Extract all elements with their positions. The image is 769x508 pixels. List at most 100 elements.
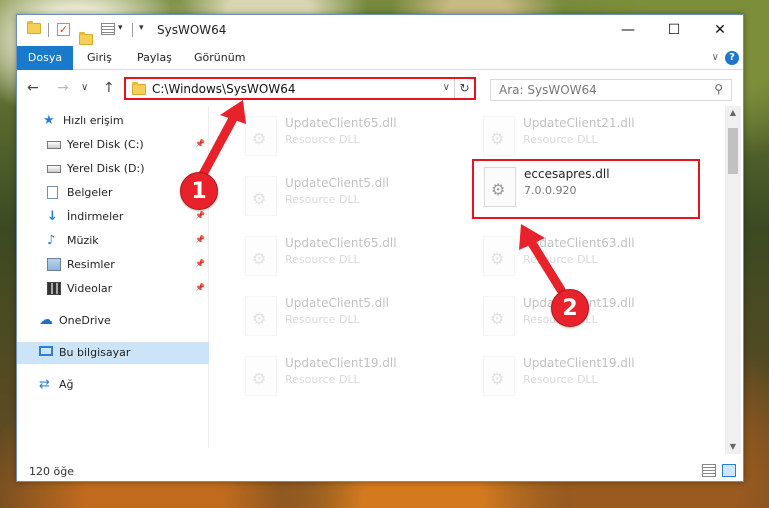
address-path[interactable]: C:\Windows\SysWOW64 [152, 82, 296, 96]
recent-locations-icon[interactable]: ∨ [81, 82, 88, 93]
nav-item[interactable]: ↓ İndirmeler 📌 [17, 206, 209, 228]
quick-access-customize-icon[interactable] [101, 23, 115, 35]
tab-share[interactable]: Paylaş [127, 46, 182, 70]
forward-arrow-icon[interactable]: → [57, 80, 69, 96]
details-view-icon[interactable] [702, 464, 716, 477]
nav-item[interactable]: Yerel Disk (C:) 📌 [17, 134, 209, 156]
gear-icon: ⚙ [490, 369, 505, 388]
pin-icon[interactable]: 📌 [195, 211, 205, 220]
nav-item-label: Yerel Disk (C:) [67, 138, 144, 151]
dll-file-icon: ⚙ [245, 116, 277, 156]
scroll-down-icon[interactable]: ▼ [725, 440, 741, 454]
gear-icon: ⚙ [490, 129, 505, 148]
nav-item-label: Ağ [59, 378, 74, 391]
file-item[interactable]: ⚙ UpdateClient65.dll Resource DLL [235, 230, 465, 288]
nav-item-label: Resimler [67, 258, 115, 271]
file-name: UpdateClient19.dll [285, 356, 397, 370]
nav-item[interactable]: ★ Hızlı erişim [17, 110, 209, 132]
file-item[interactable]: ⚙ UpdateClient5.dll Resource DLL [235, 170, 465, 228]
chevron-down-icon[interactable]: ▾ [118, 23, 123, 33]
file-name: UpdateClient19.dll [523, 356, 635, 370]
tab-home[interactable]: Giriş [77, 46, 122, 70]
highlighted-file-item[interactable]: ⚙ eccesapres.dll 7.0.0.920 [472, 159, 700, 219]
expand-ribbon-icon[interactable]: ∨ [712, 52, 719, 63]
gear-icon: ⚙ [252, 249, 267, 268]
pin-icon[interactable]: 📌 [195, 235, 205, 244]
nav-item[interactable]: Videolar 📌 [17, 278, 209, 300]
file-name: UpdateClient5.dll [285, 296, 389, 310]
large-icons-view-icon[interactable] [722, 464, 736, 477]
file-detail: Resource DLL [285, 373, 360, 386]
nav-item[interactable]: Resimler 📌 [17, 254, 209, 276]
window-title: SysWOW64 [157, 23, 227, 37]
file-item[interactable]: ⚙UpdateClient19.dllResource DLL [473, 350, 703, 408]
pin-icon[interactable]: 📌 [195, 139, 205, 148]
network-icon: ⇄ [39, 377, 50, 392]
title-bar[interactable]: ✓ ▾ ▾ SysWOW64 — ☐ ✕ [17, 15, 743, 46]
file-name: UpdateClient63.dll [523, 236, 635, 250]
folder-icon [132, 82, 146, 95]
refresh-icon[interactable]: ↻ [454, 79, 474, 98]
file-detail: Resource DLL [285, 193, 360, 206]
back-arrow-icon[interactable]: ← [27, 80, 39, 96]
nav-item[interactable]: Yerel Disk (D:) [17, 158, 209, 180]
file-item[interactable]: ⚙ UpdateClient63.dll Resource DLL [473, 230, 703, 288]
tab-view[interactable]: Görünüm [184, 46, 255, 70]
search-input[interactable]: Ara: SysWOW64 [499, 83, 597, 97]
nav-item-label: Videolar [67, 282, 113, 295]
scrollbar-thumb[interactable] [728, 128, 738, 174]
properties-check-icon[interactable]: ✓ [57, 23, 70, 36]
file-name: UpdateClient21.dll [523, 116, 635, 130]
file-item[interactable]: ⚙ UpdateClient5.dll Resource DLL [235, 290, 465, 348]
file-name: eccesapres.dll [524, 167, 610, 181]
nav-item-label: OneDrive [59, 314, 111, 327]
downloads-icon: ↓ [47, 209, 58, 224]
search-box[interactable]: Ara: SysWOW64 ⚲ [490, 79, 732, 101]
chevron-down-icon[interactable]: ∨ [443, 82, 450, 93]
dll-file-icon: ⚙ [483, 236, 515, 276]
dll-file-icon: ⚙ [484, 167, 516, 207]
file-detail: Resource DLL [523, 253, 598, 266]
videos-icon [47, 282, 61, 295]
file-name: UpdateClient65.dll [285, 116, 397, 130]
file-item[interactable]: ⚙UpdateClient19.dllResource DLL [473, 290, 703, 348]
nav-item[interactable]: Bu bilgisayar [17, 342, 209, 364]
file-explorer-window: ✓ ▾ ▾ SysWOW64 — ☐ ✕ Dosya Giriş Paylaş … [16, 14, 744, 482]
file-list: ⚙ UpdateClient65.dll Resource DLL ⚙ UpdateCl… [213, 106, 725, 448]
gear-icon: ⚙ [252, 189, 267, 208]
file-detail: Resource DLL [523, 133, 598, 146]
search-icon[interactable]: ⚲ [714, 82, 723, 96]
new-folder-icon[interactable] [79, 32, 93, 45]
pin-icon[interactable]: 📌 [195, 283, 205, 292]
file-name: UpdateClient65.dll [285, 236, 397, 250]
scroll-up-icon[interactable]: ▲ [725, 106, 741, 120]
vertical-scrollbar[interactable]: ▲ ▼ [725, 106, 741, 454]
file-detail: Resource DLL [285, 313, 360, 326]
dll-file-icon: ⚙ [245, 176, 277, 216]
callout-badge-2: 2 [551, 289, 589, 327]
nav-item-label: İndirmeler [67, 210, 124, 223]
this-pc-icon [39, 346, 53, 356]
tab-file[interactable]: Dosya [17, 46, 73, 70]
dll-file-icon: ⚙ [245, 236, 277, 276]
pictures-icon [47, 258, 61, 271]
nav-item[interactable]: ⇄ Ağ [17, 374, 209, 396]
file-item[interactable]: ⚙UpdateClient19.dllResource DLL [235, 350, 465, 408]
navigation-pane: ★ Hızlı erişim Yerel Disk (C:) 📌 Yerel Disk … [17, 106, 209, 448]
star-icon: ★ [43, 113, 55, 128]
nav-item-label: Yerel Disk (D:) [67, 162, 145, 175]
close-button[interactable]: ✕ [697, 15, 743, 46]
pin-icon[interactable]: 📌 [195, 259, 205, 268]
help-icon[interactable]: ? [725, 51, 739, 65]
dropdown-arrow-icon[interactable]: ▾ [139, 23, 144, 33]
minimize-button[interactable]: — [605, 15, 651, 46]
address-bar[interactable]: C:\Windows\SysWOW64 ∨ ↻ [124, 77, 476, 100]
nav-item[interactable]: ☁ OneDrive [17, 310, 209, 332]
music-icon: ♪ [47, 233, 56, 248]
maximize-button[interactable]: ☐ [651, 15, 697, 46]
nav-item[interactable]: ♪ Müzik 📌 [17, 230, 209, 252]
drive-icon [47, 165, 61, 173]
file-item[interactable]: ⚙ UpdateClient65.dll Resource DLL [235, 110, 465, 168]
up-arrow-icon[interactable]: ↑ [103, 80, 115, 96]
gear-icon: ⚙ [252, 129, 267, 148]
